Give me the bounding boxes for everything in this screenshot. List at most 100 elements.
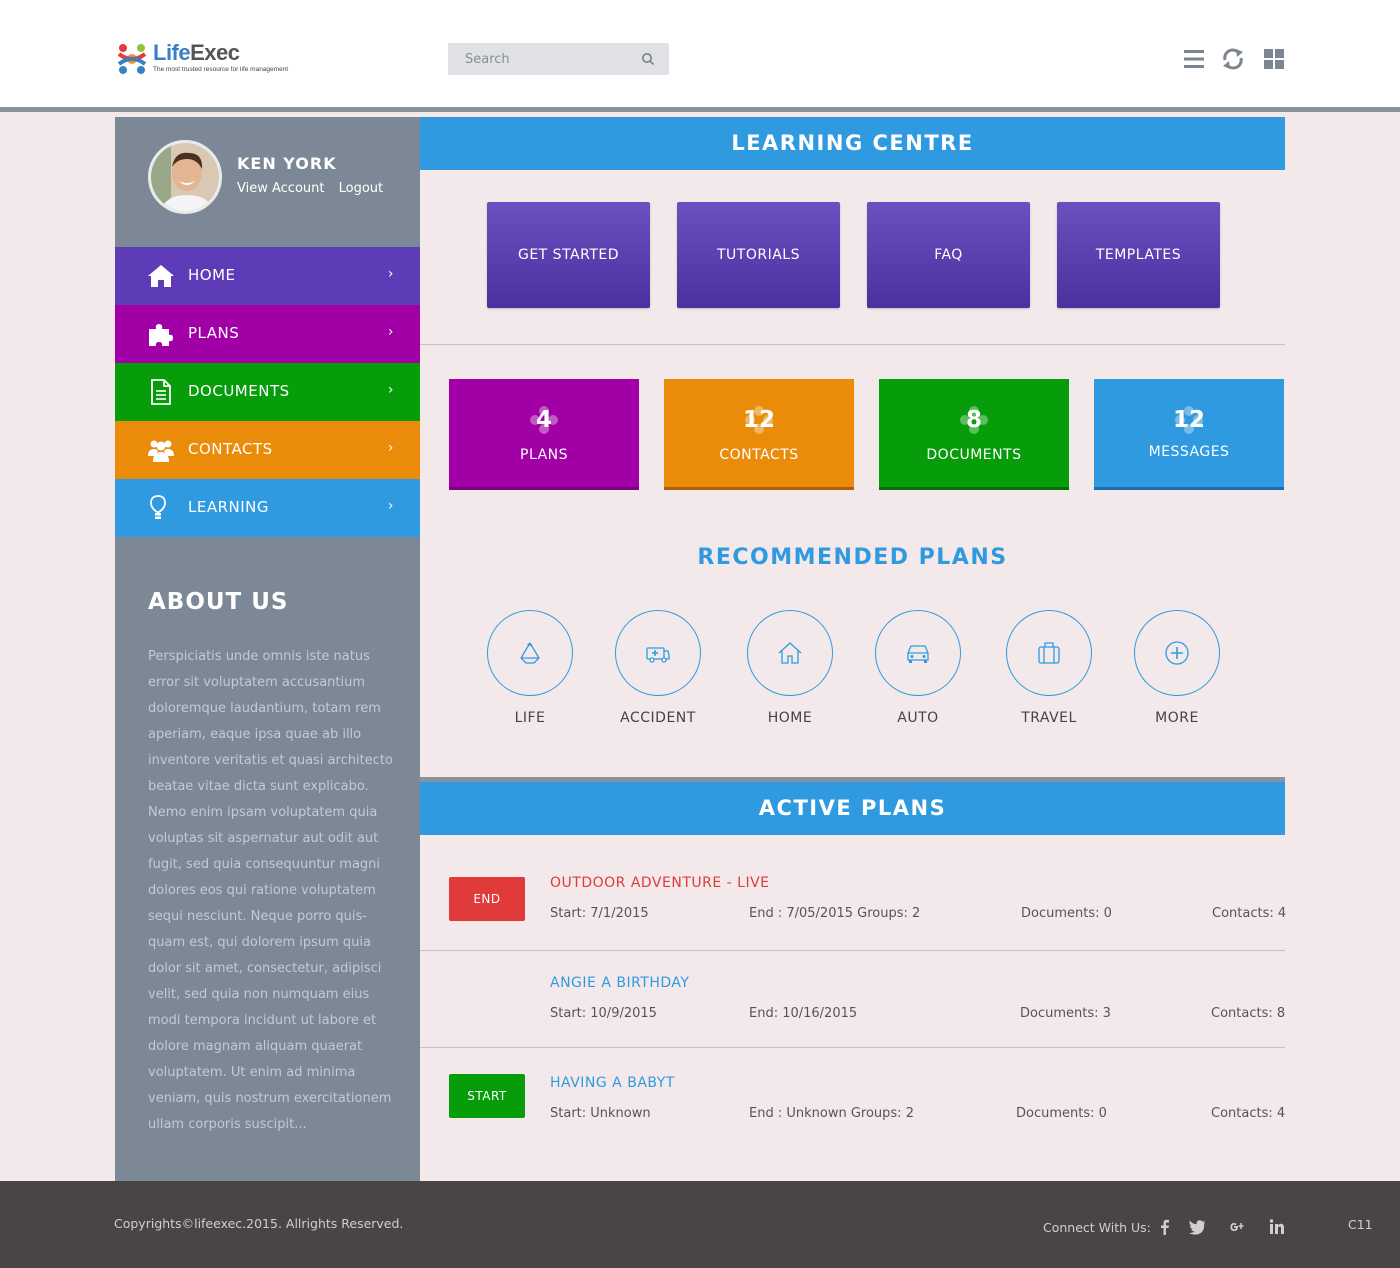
- nav-label: DOCUMENTS: [188, 382, 290, 400]
- user-name: KEN YORK: [237, 154, 337, 173]
- house-icon: [778, 642, 802, 664]
- plan-title[interactable]: ANGIE A BIRTHDAY: [550, 975, 689, 991]
- people-icon: [148, 440, 174, 462]
- puzzle-icon: [149, 324, 173, 346]
- faq-button[interactable]: FAQ: [867, 202, 1030, 308]
- plan-end: End: 10/16/2015: [749, 1006, 858, 1021]
- plan-start: Start: Unknown: [550, 1106, 651, 1121]
- about-title: ABOUT US: [148, 589, 289, 615]
- grid-icon[interactable]: [1262, 47, 1286, 71]
- about-text: Perspiciatis unde omnis iste natus error…: [148, 649, 393, 1132]
- plan-circle: [487, 610, 573, 696]
- stat-documents[interactable]: 8 DOCUMENTS: [879, 379, 1069, 490]
- plan-circle: [747, 610, 833, 696]
- main-content: LEARNING CENTRE GET STARTED TUTORIALS FA…: [420, 117, 1286, 1181]
- plan-contacts: Contacts: 4: [1211, 1106, 1286, 1121]
- templates-button[interactable]: TEMPLATES: [1057, 202, 1220, 308]
- plan-circle: [875, 610, 961, 696]
- recycle-icon: [520, 642, 540, 664]
- plus-circle-icon: [1165, 641, 1189, 665]
- nav-label: LEARNING: [188, 498, 270, 516]
- stat-count: 8: [965, 407, 982, 433]
- active-plans-title: ACTIVE PLANS: [420, 782, 1285, 835]
- row-divider: [420, 1047, 1285, 1048]
- stat-label: CONTACTS: [719, 447, 799, 463]
- nav-item-documents[interactable]: DOCUMENTS ›: [115, 363, 420, 421]
- active-plan-row: START HAVING A BABYT Start: Unknown End …: [420, 1057, 1285, 1157]
- suitcase-icon: [1038, 642, 1060, 664]
- row-divider: [420, 950, 1285, 951]
- plan-home[interactable]: HOME: [730, 610, 850, 740]
- search-icon[interactable]: [641, 52, 655, 66]
- nav-label: HOME: [188, 266, 236, 284]
- plan-more[interactable]: MORE: [1117, 610, 1237, 740]
- stat-label: MESSAGES: [1148, 444, 1230, 460]
- plan-title[interactable]: OUTDOOR ADVENTURE - LIVE: [550, 875, 770, 891]
- get-started-button[interactable]: GET STARTED: [487, 202, 650, 308]
- view-account-link[interactable]: View Account: [237, 181, 324, 196]
- plan-accident[interactable]: ACCIDENT: [598, 610, 718, 740]
- plan-documents: Documents: 0: [1021, 906, 1112, 921]
- stat-messages[interactable]: 12 MESSAGES: [1094, 379, 1284, 490]
- plan-start: Start: 10/9/2015: [550, 1006, 657, 1021]
- nav-item-learning[interactable]: LEARNING ›: [115, 479, 420, 537]
- document-icon: [151, 379, 171, 405]
- tutorials-button[interactable]: TUTORIALS: [677, 202, 840, 308]
- plan-documents: Documents: 3: [1020, 1006, 1111, 1021]
- start-button[interactable]: START: [449, 1074, 525, 1118]
- stat-contacts[interactable]: 12 CONTACTS: [664, 379, 854, 490]
- nav-item-contacts[interactable]: CONTACTS ›: [115, 421, 420, 479]
- avatar-image: [151, 143, 219, 211]
- chevron-right-icon: ›: [387, 440, 394, 456]
- user-links: View Account Logout: [237, 181, 393, 196]
- connect-label: Connect With Us:: [1043, 1220, 1151, 1235]
- plan-label: MORE: [1155, 710, 1199, 726]
- plan-circle: [1006, 610, 1092, 696]
- plan-circle: [1134, 610, 1220, 696]
- stat-count: 12: [1172, 407, 1205, 433]
- car-icon: [907, 645, 929, 663]
- plan-circle: [615, 610, 701, 696]
- home-icon: [148, 265, 174, 287]
- menu-icon[interactable]: [1182, 47, 1206, 71]
- facebook-icon[interactable]: [1156, 1218, 1174, 1236]
- search-input[interactable]: [448, 43, 638, 75]
- plan-label: AUTO: [897, 710, 939, 726]
- stat-count: 12: [742, 407, 775, 433]
- search-box: [448, 43, 669, 75]
- end-button[interactable]: END: [449, 877, 525, 921]
- logo[interactable]: LifeExec The most trusted resource for l…: [113, 38, 313, 80]
- logo-text: LifeExec: [153, 40, 240, 65]
- linkedin-icon[interactable]: [1268, 1218, 1286, 1236]
- plan-travel[interactable]: TRAVEL: [989, 610, 1109, 740]
- section-divider: [420, 344, 1285, 345]
- chevron-right-icon: ›: [387, 324, 394, 340]
- plan-label: TRAVEL: [1021, 710, 1077, 726]
- logout-link[interactable]: Logout: [339, 181, 384, 196]
- plan-auto[interactable]: AUTO: [858, 610, 978, 740]
- google-plus-icon[interactable]: [1228, 1218, 1246, 1236]
- plan-documents: Documents: 0: [1016, 1106, 1107, 1121]
- plan-end: End : 7/05/2015 Groups: 2: [749, 906, 921, 921]
- refresh-icon[interactable]: [1221, 47, 1245, 71]
- lightbulb-icon: [150, 495, 166, 519]
- header: LifeExec The most trusted resource for l…: [0, 0, 1400, 112]
- stat-count: 4: [535, 407, 552, 433]
- plan-label: LIFE: [514, 710, 546, 726]
- nav-item-home[interactable]: HOME ›: [115, 247, 420, 305]
- avatar[interactable]: [148, 140, 222, 214]
- learning-centre-title: LEARNING CENTRE: [420, 117, 1285, 170]
- nav-label: CONTACTS: [188, 440, 273, 458]
- stat-label: PLANS: [520, 447, 568, 463]
- chevron-right-icon: ›: [387, 498, 394, 514]
- twitter-icon[interactable]: [1188, 1218, 1206, 1236]
- nav-item-plans[interactable]: PLANS ›: [115, 305, 420, 363]
- plan-life[interactable]: LIFE: [470, 610, 590, 740]
- stat-plans[interactable]: 4 PLANS: [449, 379, 639, 490]
- chevron-right-icon: ›: [387, 382, 394, 398]
- plan-end: End : Unknown Groups: 2: [749, 1106, 914, 1121]
- plan-title[interactable]: HAVING A BABYT: [550, 1075, 675, 1091]
- user-profile: KEN YORK View Account Logout: [115, 117, 420, 247]
- plan-label: HOME: [767, 710, 813, 726]
- page-code: C11: [1348, 1217, 1373, 1232]
